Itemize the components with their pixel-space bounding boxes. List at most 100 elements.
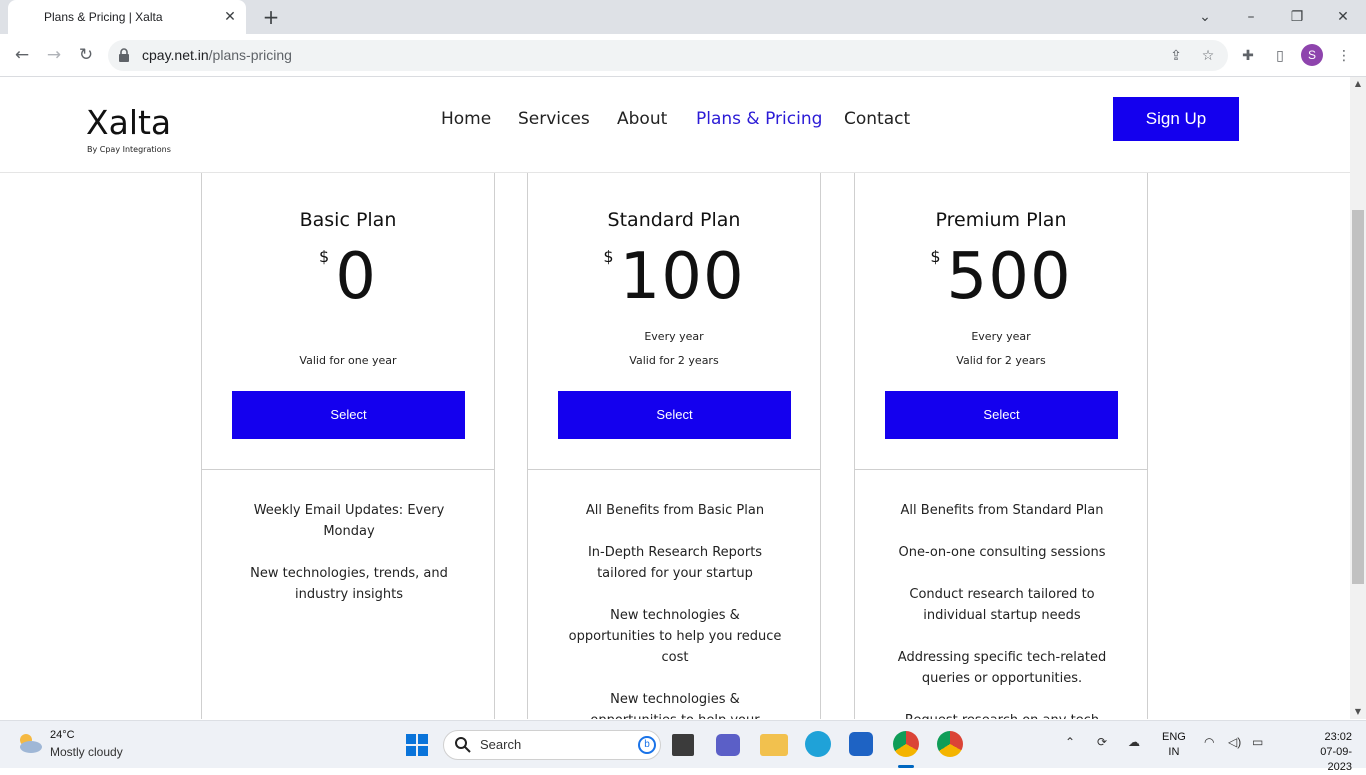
feature-item: New technologies & opportunities to help… bbox=[590, 692, 759, 719]
nav-plans-pricing[interactable]: Plans & Pricing bbox=[696, 109, 822, 129]
windows-taskbar: 24°C Mostly cloudy Search b ⌃ ⟳ ☁ ENG IN… bbox=[0, 720, 1366, 773]
system-clock[interactable]: 23:02 07-09-2023 bbox=[1308, 730, 1352, 775]
select-premium-button[interactable]: Select bbox=[885, 391, 1118, 439]
browser-tab[interactable]: Plans & Pricing | Xalta ✕ bbox=[8, 0, 246, 34]
feature-list: All Benefits from Basic Plan In-Depth Re… bbox=[568, 500, 782, 719]
teams-chat-icon[interactable] bbox=[716, 734, 740, 756]
extensions-puzzle-icon[interactable]: ✚ bbox=[1237, 45, 1259, 67]
lock-icon bbox=[119, 48, 129, 62]
file-explorer-icon[interactable] bbox=[760, 734, 788, 756]
url-path: /plans-pricing bbox=[208, 47, 292, 63]
task-view-icon[interactable] bbox=[672, 734, 694, 756]
plan-price: $0 bbox=[202, 241, 494, 313]
currency-symbol: $ bbox=[319, 247, 330, 266]
cloud-offline-icon[interactable]: ☁ bbox=[1128, 735, 1140, 749]
feature-item: Addressing specific tech-related queries… bbox=[897, 650, 1107, 686]
plan-name: Standard Plan bbox=[607, 209, 741, 231]
feature-item: In-Depth Research Reports tailored for y… bbox=[587, 545, 763, 581]
browser-tab-bar: Plans & Pricing | Xalta ✕ + ⌄ – ❐ ✕ bbox=[0, 0, 1366, 34]
currency-symbol: $ bbox=[930, 247, 941, 266]
language-code: ENG bbox=[1162, 731, 1186, 743]
profile-avatar[interactable]: S bbox=[1301, 44, 1323, 66]
tab-title: Plans & Pricing | Xalta bbox=[44, 10, 163, 24]
feature-item: Weekly Email Updates: Every Monday bbox=[253, 503, 445, 539]
feature-item: New technologies & opportunities to help… bbox=[568, 608, 782, 665]
tab-close-icon[interactable]: ✕ bbox=[222, 9, 238, 25]
price-amount: 500 bbox=[946, 240, 1072, 314]
url-text[interactable]: cpay.net.in/plans-pricing bbox=[142, 47, 292, 63]
plan-validity: Valid for 2 years bbox=[956, 354, 1046, 367]
minimize-icon[interactable]: – bbox=[1240, 6, 1262, 28]
feature-item: Conduct research tailored to individual … bbox=[909, 587, 1095, 623]
plan-card-basic: Basic Plan $0 Valid for one year Select … bbox=[201, 137, 495, 719]
windows-start-icon[interactable] bbox=[406, 734, 428, 756]
plan-validity: Valid for one year bbox=[299, 354, 397, 367]
microsoft-store-icon[interactable] bbox=[849, 732, 873, 756]
side-panel-icon[interactable]: ▯ bbox=[1269, 45, 1291, 67]
weather-cloud-icon[interactable] bbox=[16, 731, 44, 755]
plan-card-premium: Premium Plan $500 Every year Valid for 2… bbox=[854, 137, 1148, 719]
select-standard-button[interactable]: Select bbox=[558, 391, 791, 439]
site-logo[interactable]: Xalta bbox=[86, 103, 171, 142]
scrollbar-thumb[interactable] bbox=[1352, 210, 1364, 584]
nav-services[interactable]: Services bbox=[518, 109, 590, 129]
weather-temperature: 24°C bbox=[50, 729, 75, 741]
tab-search-chevron-icon[interactable]: ⌄ bbox=[1194, 6, 1216, 28]
chrome-profile-n-icon[interactable] bbox=[937, 731, 963, 757]
plan-validity: Valid for 2 years bbox=[629, 354, 719, 367]
chrome-profile-s-icon[interactable] bbox=[893, 731, 919, 757]
price-amount: 0 bbox=[335, 240, 377, 314]
feature-item: All Benefits from Standard Plan bbox=[900, 503, 1104, 518]
back-icon[interactable]: ← bbox=[11, 44, 33, 66]
browser-toolbar: ← → ↻ cpay.net.in/plans-pricing ⇪ ☆ ✚ ▯ … bbox=[0, 34, 1366, 77]
tray-overflow-chevron-icon[interactable]: ⌃ bbox=[1065, 735, 1075, 749]
nav-about[interactable]: About bbox=[617, 109, 667, 129]
price-amount: 100 bbox=[619, 240, 745, 314]
feature-item: One-on-one consulting sessions bbox=[898, 545, 1106, 560]
bing-icon[interactable]: b bbox=[638, 736, 656, 754]
new-tab-icon[interactable]: + bbox=[260, 6, 282, 28]
site-header: Xalta By Cpay Integrations Home Services… bbox=[0, 77, 1350, 173]
card-divider bbox=[855, 469, 1147, 470]
share-icon[interactable]: ⇪ bbox=[1166, 46, 1186, 66]
nav-home[interactable]: Home bbox=[441, 109, 491, 129]
clock-date: 07-09-2023 bbox=[1320, 746, 1352, 773]
battery-icon[interactable]: ▭ bbox=[1252, 735, 1263, 749]
page-scrollbar[interactable]: ▲ ▼ bbox=[1350, 77, 1366, 719]
card-divider bbox=[202, 469, 494, 470]
plan-card-standard: Standard Plan $100 Every year Valid for … bbox=[527, 137, 821, 719]
plan-price: $100 bbox=[528, 241, 820, 313]
taskbar-search-box[interactable]: Search b bbox=[443, 730, 661, 760]
search-icon bbox=[455, 737, 471, 753]
restore-icon[interactable]: ❐ bbox=[1286, 6, 1308, 28]
page-viewport: Xalta By Cpay Integrations Home Services… bbox=[0, 77, 1350, 719]
language-indicator[interactable]: ENG IN bbox=[1162, 730, 1186, 760]
wifi-icon[interactable]: ◠ bbox=[1204, 735, 1214, 749]
clock-time: 23:02 bbox=[1324, 731, 1352, 743]
url-host: cpay.net.in bbox=[142, 47, 209, 63]
billing-period: Every year bbox=[971, 330, 1031, 343]
volume-icon[interactable]: ◁) bbox=[1228, 735, 1241, 749]
logo-subtitle: By Cpay Integrations bbox=[87, 145, 171, 154]
feature-list: All Benefits from Standard Plan One-on-o… bbox=[895, 500, 1109, 719]
bookmark-star-icon[interactable]: ☆ bbox=[1198, 46, 1218, 66]
scroll-down-icon[interactable]: ▼ bbox=[1350, 705, 1366, 719]
forward-icon[interactable]: → bbox=[43, 44, 65, 66]
feature-list: Weekly Email Updates: Every Monday New t… bbox=[242, 500, 456, 626]
region-code: IN bbox=[1168, 746, 1180, 758]
edge-browser-icon[interactable] bbox=[805, 731, 831, 757]
select-basic-button[interactable]: Select bbox=[232, 391, 465, 439]
feature-item: New technologies, trends, and industry i… bbox=[250, 566, 448, 602]
address-bar[interactable]: cpay.net.in/plans-pricing ⇪ ☆ bbox=[108, 40, 1228, 71]
sign-up-button[interactable]: Sign Up bbox=[1113, 97, 1239, 141]
billing-period: Every year bbox=[644, 330, 704, 343]
currency-symbol: $ bbox=[603, 247, 614, 266]
search-label: Search bbox=[480, 737, 522, 752]
menu-kebab-icon[interactable]: ⋮ bbox=[1333, 45, 1355, 67]
nav-contact[interactable]: Contact bbox=[844, 109, 910, 129]
close-window-icon[interactable]: ✕ bbox=[1332, 6, 1354, 28]
scroll-up-icon[interactable]: ▲ bbox=[1350, 77, 1366, 91]
sync-icon[interactable]: ⟳ bbox=[1097, 735, 1107, 749]
reload-icon[interactable]: ↻ bbox=[75, 44, 97, 66]
plan-price: $500 bbox=[855, 241, 1147, 313]
